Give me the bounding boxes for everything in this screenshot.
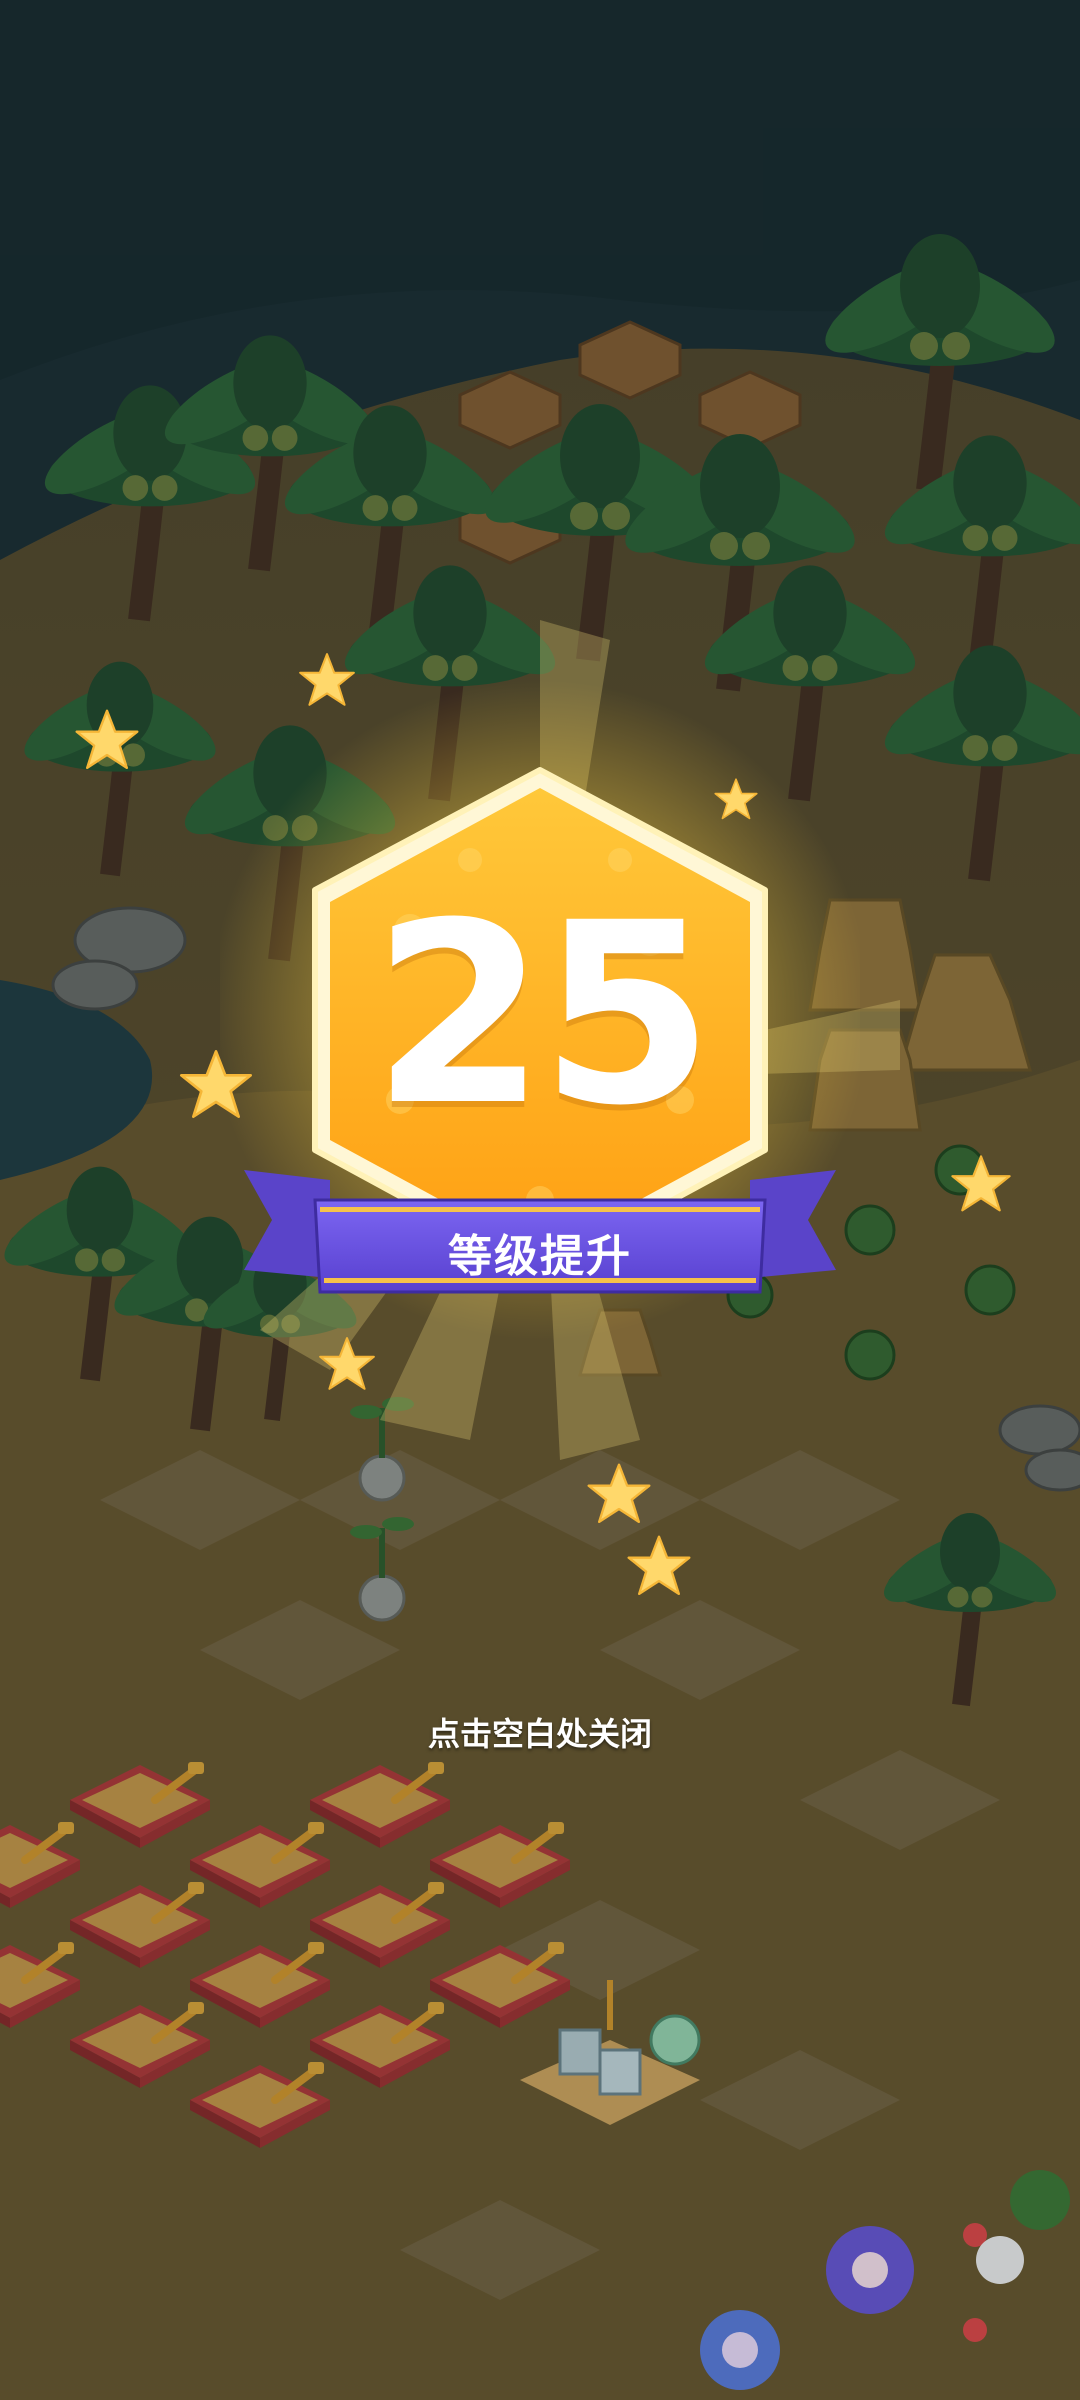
ribbon-stripe-top [320,1207,760,1212]
level-up-title: 等级提升 [448,1231,632,1282]
tap-to-close-hint: 点击空白处关闭 [427,1715,652,1753]
level-number: 25 [372,869,714,1160]
level-up-panel: 25 等级提升 [220,680,860,1400]
game-scene: 25 等级提升 点击空白处关闭 [0,0,1080,2400]
